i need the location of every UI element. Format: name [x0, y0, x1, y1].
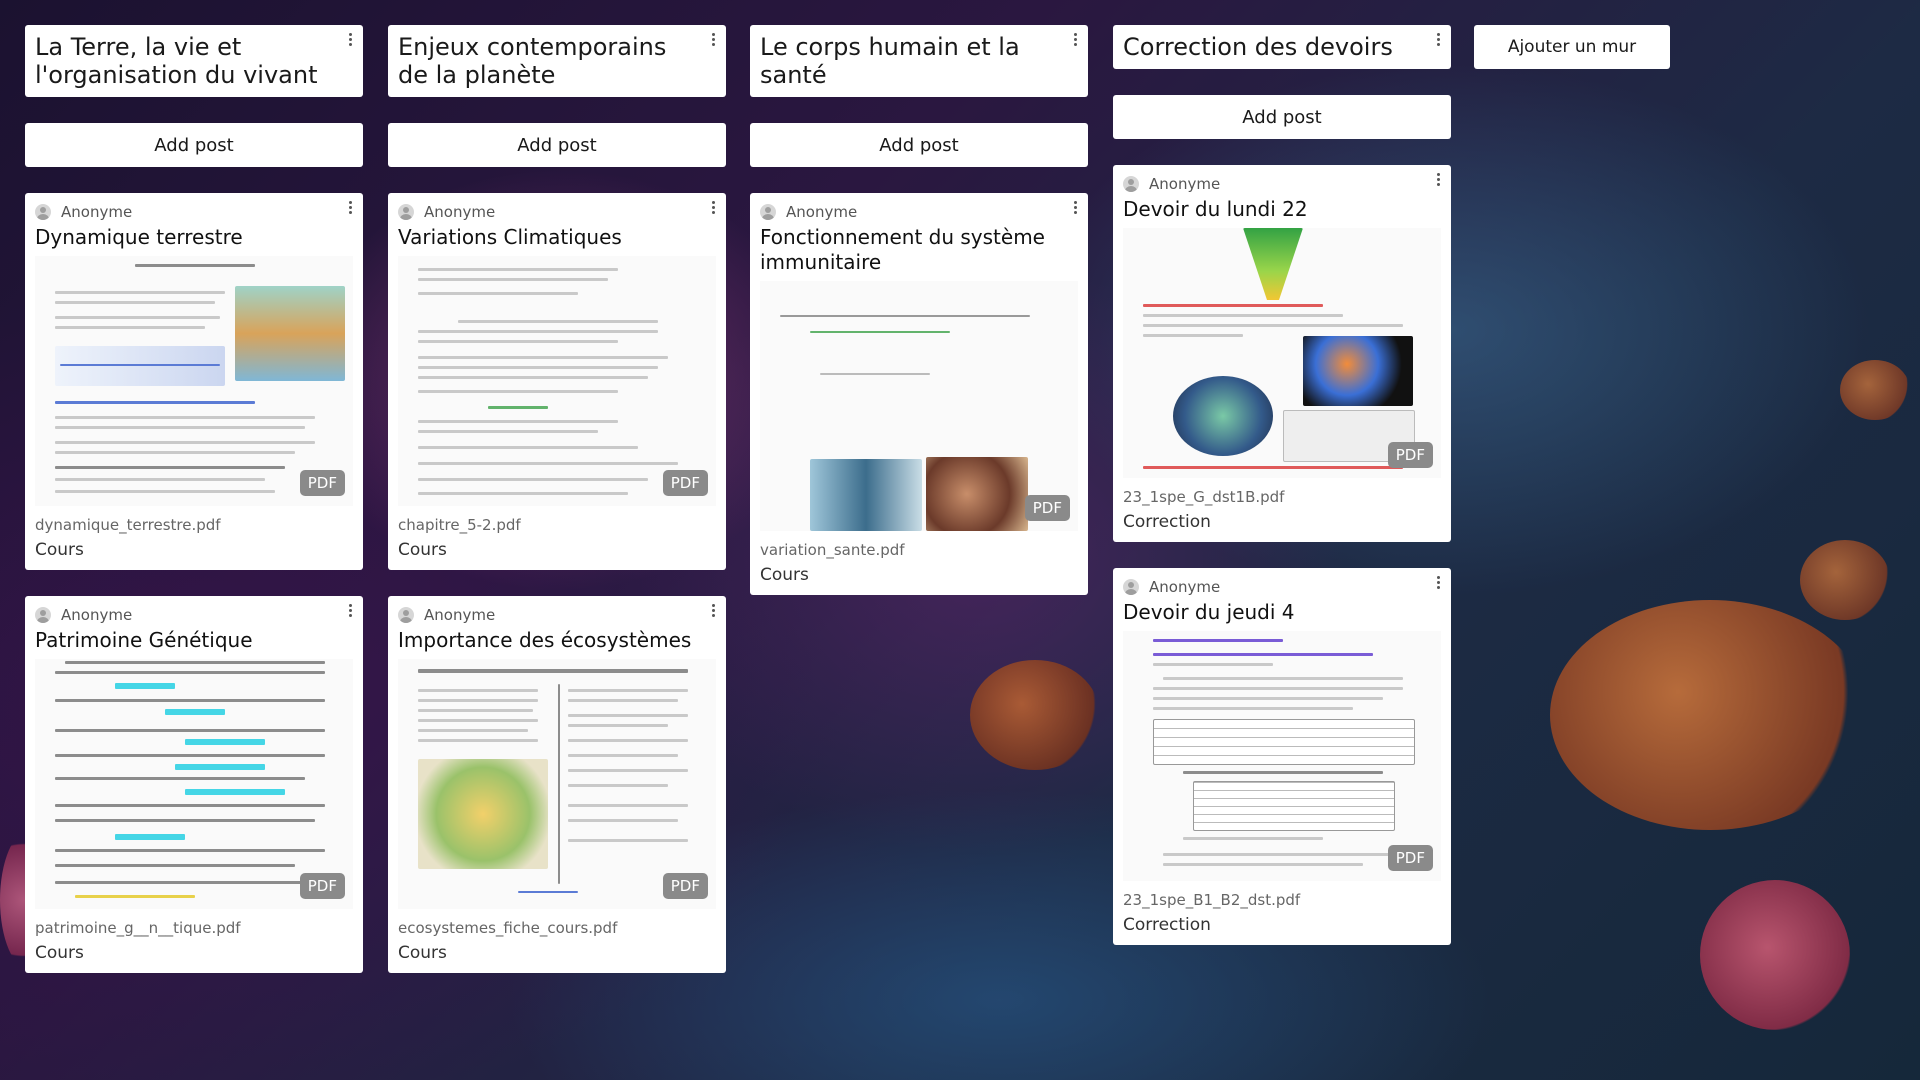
column-header: Correction des devoirs — [1113, 25, 1451, 69]
post-category: Cours — [35, 540, 84, 560]
kebab-menu-icon[interactable] — [710, 604, 716, 620]
post-card[interactable]: Anonyme Patrimoine Génétique PDF patrimo — [25, 596, 363, 973]
wall-column-correction: Correction des devoirs Add post Anonyme … — [1113, 25, 1451, 945]
pdf-badge: PDF — [299, 873, 345, 899]
post-title: Patrimoine Génétique — [35, 628, 253, 652]
add-post-button[interactable]: Add post — [25, 123, 363, 167]
wall-column-corps-humain: Le corps humain et la santé Add post Ano… — [750, 25, 1088, 595]
post-title: Devoir du lundi 22 — [1123, 197, 1308, 221]
pdf-preview[interactable]: PDF — [760, 281, 1078, 531]
post-filename: 23_1spe_B1_B2_dst.pdf — [1123, 891, 1301, 909]
add-post-button[interactable]: Add post — [1113, 95, 1451, 139]
post-author: Anonyme — [61, 606, 133, 624]
post-category: Cours — [398, 943, 447, 963]
user-avatar-icon — [35, 607, 51, 623]
column-title: Enjeux contemporains de la planète — [398, 33, 667, 89]
kebab-menu-icon[interactable] — [1435, 576, 1441, 592]
pdf-preview[interactable]: PDF — [398, 659, 716, 909]
post-title: Devoir du jeudi 4 — [1123, 600, 1295, 624]
post-filename: patrimoine_g__n__tique.pdf — [35, 919, 241, 937]
background-cell — [1550, 600, 1870, 830]
column-title: Le corps humain et la santé — [760, 33, 1020, 89]
background-cell — [1840, 360, 1910, 420]
pdf-preview[interactable]: PDF — [35, 256, 353, 506]
user-avatar-icon — [760, 204, 776, 220]
post-card[interactable]: Anonyme Importance des écosystèmes PDF e… — [388, 596, 726, 973]
pdf-badge: PDF — [662, 873, 708, 899]
post-card[interactable]: Anonyme Fonctionnement du système immuni… — [750, 193, 1088, 595]
kebab-menu-icon[interactable] — [1435, 33, 1441, 49]
pdf-preview[interactable]: PDF — [1123, 228, 1441, 478]
post-filename: dynamique_terrestre.pdf — [35, 516, 221, 534]
kebab-menu-icon[interactable] — [710, 33, 716, 49]
pdf-badge: PDF — [1387, 442, 1433, 468]
pdf-badge: PDF — [1024, 495, 1070, 521]
user-avatar-icon — [1123, 579, 1139, 595]
kebab-menu-icon[interactable] — [1072, 33, 1078, 49]
post-card[interactable]: Anonyme Devoir du lundi 22 PDF 23_1spe_G… — [1113, 165, 1451, 542]
post-category: Cours — [35, 943, 84, 963]
post-author: Anonyme — [424, 606, 496, 624]
column-header: Enjeux contemporains de la planète — [388, 25, 726, 97]
add-post-button[interactable]: Add post — [388, 123, 726, 167]
post-title: Variations Climatiques — [398, 225, 622, 249]
pdf-badge: PDF — [299, 470, 345, 496]
add-post-button[interactable]: Add post — [750, 123, 1088, 167]
pdf-preview[interactable]: PDF — [35, 659, 353, 909]
background-cell — [1800, 540, 1890, 620]
user-avatar-icon — [35, 204, 51, 220]
pdf-preview[interactable]: PDF — [398, 256, 716, 506]
wall-column-terre: La Terre, la vie et l'organisation du vi… — [25, 25, 363, 973]
post-category: Cours — [760, 565, 809, 585]
pdf-badge: PDF — [1387, 845, 1433, 871]
column-header: Le corps humain et la santé — [750, 25, 1088, 97]
post-category: Correction — [1123, 915, 1211, 935]
post-category: Cours — [398, 540, 447, 560]
pdf-badge: PDF — [662, 470, 708, 496]
column-title: La Terre, la vie et l'organisation du vi… — [35, 33, 318, 89]
post-author: Anonyme — [786, 203, 858, 221]
post-card[interactable]: Anonyme Dynamique terrestre PDF dynamiqu… — [25, 193, 363, 570]
post-filename: chapitre_5-2.pdf — [398, 516, 521, 534]
post-author: Anonyme — [61, 203, 133, 221]
kebab-menu-icon[interactable] — [347, 201, 353, 217]
post-filename: variation_sante.pdf — [760, 541, 905, 559]
post-title: Dynamique terrestre — [35, 225, 243, 249]
post-title: Fonctionnement du système immunitaire — [760, 225, 1045, 274]
background-cell — [1700, 880, 1850, 1030]
post-category: Correction — [1123, 512, 1211, 532]
post-author: Anonyme — [1149, 578, 1221, 596]
column-header: La Terre, la vie et l'organisation du vi… — [25, 25, 363, 97]
column-title: Correction des devoirs — [1123, 33, 1393, 61]
post-filename: ecosystemes_fiche_cours.pdf — [398, 919, 618, 937]
post-author: Anonyme — [1149, 175, 1221, 193]
kebab-menu-icon[interactable] — [347, 604, 353, 620]
post-author: Anonyme — [424, 203, 496, 221]
add-wall-button[interactable]: Ajouter un mur — [1474, 25, 1670, 69]
user-avatar-icon — [1123, 176, 1139, 192]
pdf-preview[interactable]: PDF — [1123, 631, 1441, 881]
kebab-menu-icon[interactable] — [1072, 201, 1078, 217]
post-title: Importance des écosystèmes — [398, 628, 692, 652]
post-filename: 23_1spe_G_dst1B.pdf — [1123, 488, 1285, 506]
user-avatar-icon — [398, 204, 414, 220]
post-card[interactable]: Anonyme Devoir du jeudi 4 PDF 23_1spe_B1… — [1113, 568, 1451, 945]
post-card[interactable]: Anonyme Variations Climatiques PDF chapi… — [388, 193, 726, 570]
kebab-menu-icon[interactable] — [710, 201, 716, 217]
kebab-menu-icon[interactable] — [347, 33, 353, 49]
kebab-menu-icon[interactable] — [1435, 173, 1441, 189]
background-cell — [970, 660, 1100, 770]
wall-column-enjeux: Enjeux contemporains de la planète Add p… — [388, 25, 726, 973]
user-avatar-icon — [398, 607, 414, 623]
